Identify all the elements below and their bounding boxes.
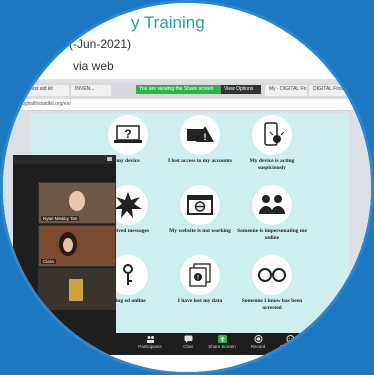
card-website-not-working[interactable]: My website is not working bbox=[165, 185, 235, 257]
record-button[interactable]: Record bbox=[241, 335, 275, 349]
participant-name: Clara bbox=[41, 259, 56, 264]
lock-icon bbox=[12, 101, 18, 108]
card-arrested[interactable]: Someone I know has been arrested bbox=[237, 255, 307, 327]
question-laptop-icon: ? bbox=[108, 115, 148, 155]
svg-text:?: ? bbox=[124, 127, 131, 141]
participant-video[interactable]: Clara bbox=[38, 225, 116, 267]
record-icon bbox=[254, 335, 262, 343]
slide-via-web: via web bbox=[73, 59, 114, 73]
card-label: Someone I know has been arrested bbox=[241, 298, 303, 311]
slide-date: (-Jun-2021) bbox=[69, 37, 132, 51]
share-screen-button[interactable]: Share Screen bbox=[205, 335, 239, 349]
zoom-panel-topbar bbox=[13, 155, 116, 164]
minimize-icon[interactable] bbox=[107, 157, 112, 161]
slide-title: y Training bbox=[131, 13, 205, 32]
card-impersonation[interactable]: Someone is impersonating me online bbox=[237, 185, 307, 257]
handcuffs-icon bbox=[252, 255, 292, 295]
svg-text:!: ! bbox=[204, 132, 207, 142]
documents-icon: ! bbox=[180, 255, 220, 295]
browser-tab-bar: Digital first aid kit INVEN... You are v… bbox=[3, 83, 371, 97]
zoom-control-bar: Participants Chat Share Screen Record Re… bbox=[3, 333, 371, 355]
card-label: My device is acting suspiciously bbox=[249, 158, 295, 171]
browser-error-icon bbox=[180, 185, 220, 225]
participants-button[interactable]: Participants bbox=[133, 335, 167, 349]
browser-tab[interactable]: DIGITAL First Aid... bbox=[309, 85, 353, 96]
reactions-button[interactable]: Reactions bbox=[273, 335, 307, 349]
browser-tab[interactable]: Digital first aid kit bbox=[11, 85, 69, 96]
participants-icon bbox=[146, 336, 154, 343]
avatar bbox=[69, 191, 85, 211]
people-icon bbox=[252, 185, 292, 225]
browser-tab[interactable]: INVEN... bbox=[71, 85, 111, 96]
blue-background: y Training (-Jun-2021) via web Digital f… bbox=[0, 0, 374, 375]
reactions-icon bbox=[286, 335, 294, 343]
card-label: My website is not working bbox=[169, 228, 231, 234]
avatar-face bbox=[63, 238, 73, 252]
chat-button[interactable]: Chat bbox=[171, 335, 205, 349]
chat-icon bbox=[184, 335, 192, 343]
card-suspicious-device[interactable]: My device is acting suspiciously bbox=[237, 115, 307, 187]
participant-name: Nyan Mealcy Tan bbox=[41, 216, 80, 221]
zoom-video-panel: Nyan Mealcy Tan Clara bbox=[13, 155, 116, 335]
warning-id-icon: ! bbox=[180, 115, 220, 155]
card-lost-data[interactable]: ! I have lost my data bbox=[165, 255, 235, 327]
share-screen-banner: You are viewing the Share screen bbox=[136, 85, 221, 94]
circular-screenshot-frame: y Training (-Jun-2021) via web Digital f… bbox=[0, 0, 374, 375]
browser-tab[interactable]: My - DIGITAL Fir... bbox=[265, 85, 307, 96]
svg-text:!: ! bbox=[197, 276, 199, 282]
participant-video[interactable]: Nyan Mealcy Tan bbox=[38, 182, 116, 224]
card-label: Someone is impersonating me online bbox=[237, 228, 307, 241]
card-label: I lost access to my accounts bbox=[167, 158, 232, 164]
share-screen-icon bbox=[217, 335, 227, 343]
card-label: I have lost my data bbox=[177, 298, 223, 304]
card-lost-access[interactable]: ! I lost access to my accounts bbox=[165, 115, 235, 187]
url-text: digitalfirstaidkit.org/en/ bbox=[21, 101, 71, 107]
avatar bbox=[69, 279, 83, 301]
view-options-button[interactable]: View Options bbox=[221, 85, 261, 94]
participant-video[interactable] bbox=[38, 268, 116, 310]
phone-bug-icon bbox=[252, 115, 292, 155]
address-bar[interactable]: digitalfirstaidkit.org/en/ bbox=[3, 99, 371, 111]
